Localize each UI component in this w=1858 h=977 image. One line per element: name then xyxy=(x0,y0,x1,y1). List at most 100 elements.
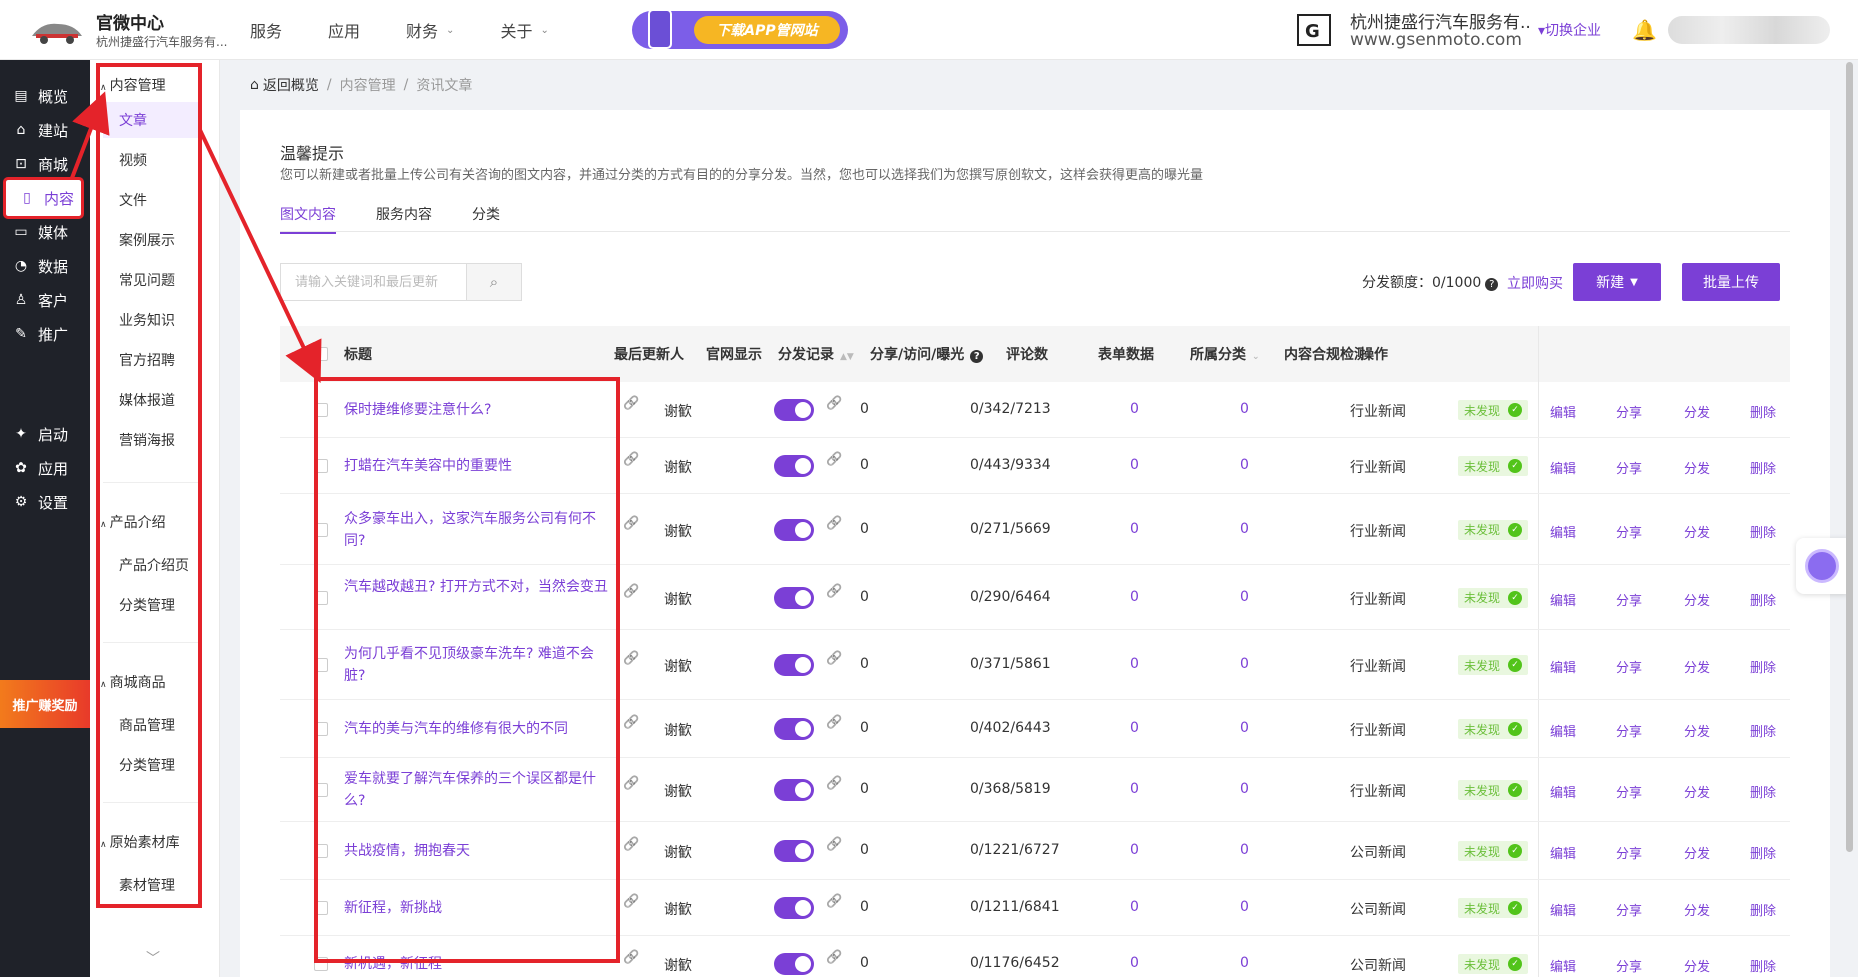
edit-button[interactable]: 编辑 xyxy=(1550,522,1576,541)
share-button[interactable]: 分享 xyxy=(1616,782,1642,801)
tab-category[interactable]: 分类 xyxy=(472,204,500,234)
share-button[interactable]: 分享 xyxy=(1616,657,1642,676)
site-display-toggle[interactable] xyxy=(774,840,814,862)
edit-button[interactable]: 编辑 xyxy=(1550,900,1576,919)
site-display-toggle[interactable] xyxy=(774,399,814,421)
share-button[interactable]: 分享 xyxy=(1616,900,1642,919)
brand-logo[interactable] xyxy=(28,12,86,48)
sidebar-item-home[interactable]: ⌂ 建站 xyxy=(0,112,90,148)
sidebar-item-tag[interactable]: ✎ 推广 xyxy=(0,316,90,352)
edit-button[interactable]: 编辑 xyxy=(1550,458,1576,477)
promo-banner[interactable]: 推广赚奖励 xyxy=(0,680,90,728)
sidebar-item-apps[interactable]: ✿ 应用 xyxy=(0,450,90,486)
filter-caret-icon[interactable]: ⌄ xyxy=(1252,352,1260,362)
bell-icon[interactable]: 🔔 xyxy=(1632,18,1657,42)
link-icon[interactable]: 🔗 xyxy=(623,715,639,730)
form-data-count[interactable]: 0 xyxy=(1240,656,1249,672)
help-icon[interactable]: ? xyxy=(1485,278,1499,291)
delete-button[interactable]: 删除 xyxy=(1750,782,1776,801)
site-display-toggle[interactable] xyxy=(774,518,814,541)
link-icon[interactable]: 🔗 xyxy=(623,584,639,599)
site-display-toggle[interactable] xyxy=(774,718,814,740)
share-button[interactable]: 分享 xyxy=(1616,402,1642,421)
comment-count[interactable]: 0 xyxy=(1130,656,1139,672)
edit-button[interactable]: 编辑 xyxy=(1550,843,1576,862)
delete-button[interactable]: 删除 xyxy=(1750,402,1776,421)
site-display-toggle[interactable] xyxy=(774,455,814,477)
edit-button[interactable]: 编辑 xyxy=(1550,721,1576,740)
distribute-button[interactable]: 分发 xyxy=(1684,458,1710,477)
header-dist-record[interactable]: 分发记录 ▲▼ xyxy=(778,344,854,364)
customer-support-button[interactable] xyxy=(1796,538,1848,594)
sidebar-item-video[interactable]: ▭ 媒体 xyxy=(0,214,90,250)
site-display-toggle[interactable] xyxy=(774,779,814,801)
breadcrumb-home[interactable]: 返回概览 xyxy=(263,75,319,95)
site-display-toggle[interactable] xyxy=(774,897,814,919)
tab-article-content[interactable]: 图文内容 xyxy=(280,204,336,234)
sidebar-item-gear[interactable]: ⚙ 设置 xyxy=(0,484,90,520)
form-data-count[interactable]: 0 xyxy=(1240,842,1249,858)
link-icon[interactable]: 🔗 xyxy=(826,584,842,599)
edit-button[interactable]: 编辑 xyxy=(1550,402,1576,421)
share-button[interactable]: 分享 xyxy=(1616,843,1642,862)
distribute-button[interactable]: 分发 xyxy=(1684,590,1710,609)
help-icon[interactable]: ? xyxy=(970,350,984,363)
edit-button[interactable]: 编辑 xyxy=(1550,782,1576,801)
delete-button[interactable]: 删除 xyxy=(1750,590,1776,609)
comment-count[interactable]: 0 xyxy=(1130,781,1139,797)
link-icon[interactable]: 🔗 xyxy=(623,776,639,791)
comment-count[interactable]: 0 xyxy=(1130,457,1139,473)
sidebar-item-cart[interactable]: ⊡ 商城 xyxy=(0,146,90,182)
user-profile[interactable] xyxy=(1668,16,1830,44)
topnav-item[interactable]: 关于 ⌄ xyxy=(500,18,548,42)
share-button[interactable]: 分享 xyxy=(1616,721,1642,740)
share-button[interactable]: 分享 xyxy=(1616,522,1642,541)
distribute-button[interactable]: 分发 xyxy=(1684,657,1710,676)
comment-count[interactable]: 0 xyxy=(1130,842,1139,858)
comment-count[interactable]: 0 xyxy=(1130,521,1139,537)
form-data-count[interactable]: 0 xyxy=(1240,589,1249,605)
select-all-checkbox[interactable] xyxy=(314,347,328,361)
link-icon[interactable]: 🔗 xyxy=(623,894,639,909)
distribute-button[interactable]: 分发 xyxy=(1684,721,1710,740)
comment-count[interactable]: 0 xyxy=(1130,955,1139,971)
chevron-down-icon[interactable]: ﹀ xyxy=(146,948,160,968)
buy-now-link[interactable]: 立即购买 xyxy=(1507,273,1563,293)
comment-count[interactable]: 0 xyxy=(1130,589,1139,605)
search-button[interactable]: ⌕ xyxy=(466,263,522,301)
search-input[interactable] xyxy=(280,263,466,301)
form-data-count[interactable]: 0 xyxy=(1240,720,1249,736)
link-icon[interactable]: 🔗 xyxy=(623,516,639,531)
page-scrollbar[interactable] xyxy=(1846,62,1853,852)
link-icon[interactable]: 🔗 xyxy=(623,651,639,666)
site-display-toggle[interactable] xyxy=(774,953,814,975)
delete-button[interactable]: 删除 xyxy=(1750,657,1776,676)
distribute-button[interactable]: 分发 xyxy=(1684,900,1710,919)
sidebar-item-launch[interactable]: ✦ 启动 xyxy=(0,416,90,452)
link-icon[interactable]: 🔗 xyxy=(826,837,842,852)
download-app-banner[interactable]: 下载APP管网站 xyxy=(632,9,848,49)
tab-service-content[interactable]: 服务内容 xyxy=(376,204,432,234)
sidebar-item-overview[interactable]: ▤ 概览 xyxy=(0,78,90,114)
link-icon[interactable]: 🔗 xyxy=(826,715,842,730)
delete-button[interactable]: 删除 xyxy=(1750,956,1776,975)
edit-button[interactable]: 编辑 xyxy=(1550,590,1576,609)
delete-button[interactable]: 删除 xyxy=(1750,900,1776,919)
sidebar-item-document[interactable]: ▯ 内容 xyxy=(3,177,84,219)
distribute-button[interactable]: 分发 xyxy=(1684,522,1710,541)
topnav-item[interactable]: 财务 ⌄ xyxy=(406,18,454,42)
share-button[interactable]: 分享 xyxy=(1616,956,1642,975)
form-data-count[interactable]: 0 xyxy=(1240,401,1249,417)
site-display-toggle[interactable] xyxy=(774,586,814,609)
topnav-item[interactable]: 服务 xyxy=(250,18,282,42)
link-icon[interactable]: 🔗 xyxy=(826,950,842,965)
delete-button[interactable]: 删除 xyxy=(1750,458,1776,477)
distribute-button[interactable]: 分发 xyxy=(1684,782,1710,801)
link-icon[interactable]: 🔗 xyxy=(826,894,842,909)
link-icon[interactable]: 🔗 xyxy=(826,651,842,666)
link-icon[interactable]: 🔗 xyxy=(826,452,842,467)
form-data-count[interactable]: 0 xyxy=(1240,955,1249,971)
link-icon[interactable]: 🔗 xyxy=(826,516,842,531)
distribute-button[interactable]: 分发 xyxy=(1684,402,1710,421)
new-button[interactable]: 新建 ▼ xyxy=(1573,263,1661,301)
